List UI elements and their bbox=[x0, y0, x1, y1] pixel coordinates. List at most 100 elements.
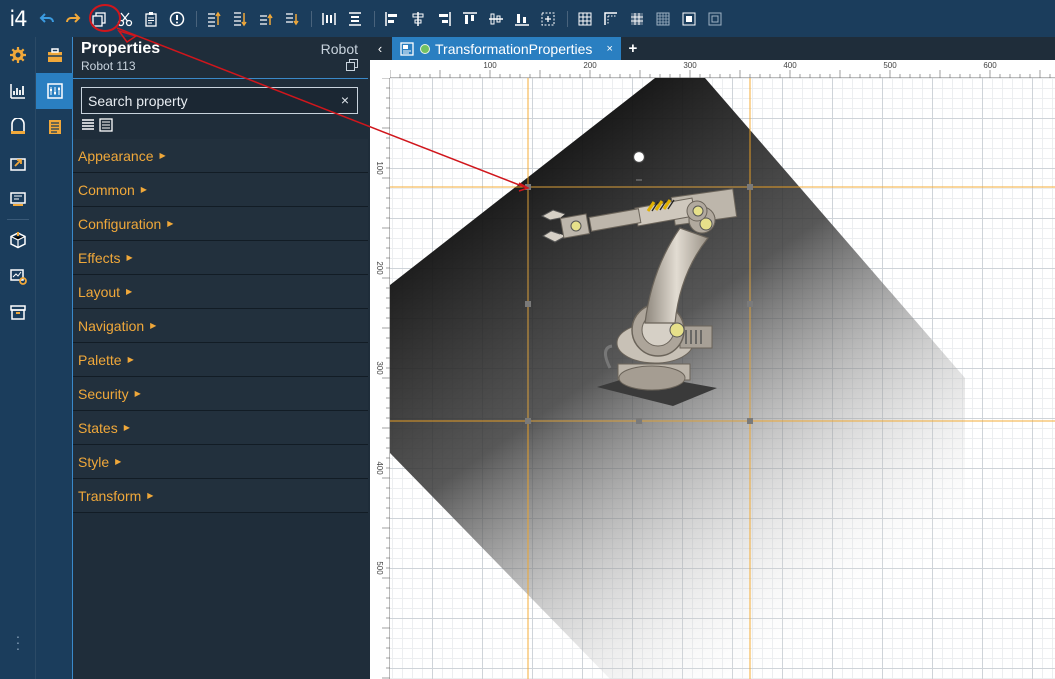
warning-icon[interactable] bbox=[166, 8, 188, 30]
close-tab-icon[interactable]: × bbox=[606, 43, 612, 55]
properties-title: Properties bbox=[81, 40, 161, 57]
more-dots-icon[interactable]: · · · bbox=[0, 629, 36, 655]
symbol-library-icon[interactable] bbox=[0, 109, 36, 145]
cut-icon[interactable] bbox=[114, 8, 136, 30]
snap-guides-icon[interactable] bbox=[600, 8, 622, 30]
category-states[interactable]: States ▶ bbox=[73, 411, 368, 445]
expand-arrow-icon: ▶ bbox=[126, 253, 133, 262]
panel-selector-rail bbox=[36, 37, 73, 679]
category-label: Navigation bbox=[78, 317, 145, 334]
align-center-icon[interactable] bbox=[407, 8, 429, 30]
expand-arrow-icon: ▶ bbox=[126, 287, 133, 296]
duplicate-icon[interactable] bbox=[88, 8, 110, 30]
ruler-edge bbox=[368, 60, 370, 679]
bring-forward-icon[interactable] bbox=[255, 8, 277, 30]
center-icon[interactable] bbox=[537, 8, 559, 30]
properties-panel: Properties Robot 113 Robot × Appearance ▶… bbox=[73, 37, 368, 679]
category-label: Appearance bbox=[78, 147, 154, 164]
toolbox-icon[interactable] bbox=[36, 37, 73, 73]
category-configuration[interactable]: Configuration ▶ bbox=[73, 207, 368, 241]
expand-arrow-icon: ▶ bbox=[150, 321, 157, 330]
main-toolbar: i4 bbox=[0, 0, 1055, 37]
copy-icon[interactable] bbox=[346, 59, 358, 71]
expand-arrow-icon: ▶ bbox=[140, 185, 147, 194]
list-view-icon[interactable] bbox=[81, 118, 95, 132]
ruler-label: 300 bbox=[683, 61, 697, 70]
paste-icon[interactable] bbox=[140, 8, 162, 30]
category-palette[interactable]: Palette ▶ bbox=[73, 343, 368, 377]
ruler-label: 100 bbox=[483, 61, 497, 70]
align-middle-icon[interactable] bbox=[485, 8, 507, 30]
align-right-icon[interactable] bbox=[433, 8, 455, 30]
design-canvas: 100 200 300 400 500 600 100 200 300 400 … bbox=[368, 60, 1055, 679]
ruler-label: 100 bbox=[375, 161, 384, 175]
display-icon[interactable] bbox=[0, 181, 36, 217]
expand-arrow-icon: ▶ bbox=[134, 389, 141, 398]
expand-arrow-icon: ▶ bbox=[159, 151, 166, 160]
search-property-input[interactable] bbox=[88, 92, 328, 109]
ruler-label: 400 bbox=[375, 461, 384, 475]
add-tab-icon[interactable]: + bbox=[621, 37, 645, 60]
category-appearance[interactable]: Appearance ▶ bbox=[73, 139, 368, 173]
ruler-corner bbox=[368, 60, 390, 78]
deploy-icon[interactable] bbox=[0, 258, 36, 294]
send-back-icon[interactable] bbox=[229, 8, 251, 30]
distribute-v-icon[interactable] bbox=[344, 8, 366, 30]
import-icon[interactable] bbox=[0, 145, 36, 181]
category-style[interactable]: Style ▶ bbox=[73, 445, 368, 479]
property-search: × bbox=[81, 87, 358, 114]
category-transform[interactable]: Transform ▶ bbox=[73, 479, 368, 513]
category-label: Style bbox=[78, 453, 110, 470]
selected-object-name: Robot 113 bbox=[81, 59, 136, 73]
ruler-horizontal[interactable]: 100 200 300 400 500 600 bbox=[390, 60, 1055, 78]
rail-divider bbox=[7, 219, 29, 220]
canvas-grid[interactable] bbox=[390, 78, 1055, 679]
align-top-icon[interactable] bbox=[459, 8, 481, 30]
clear-search-icon[interactable]: × bbox=[341, 92, 349, 108]
category-effects[interactable]: Effects ▶ bbox=[73, 241, 368, 275]
toolbar-divider bbox=[374, 10, 375, 27]
package-icon[interactable] bbox=[0, 222, 36, 258]
ruler-label: 200 bbox=[583, 61, 597, 70]
expand-arrow-icon: ▶ bbox=[115, 457, 122, 466]
editor-area: ‹ TransformationProperties × + 100 200 3… bbox=[368, 37, 1055, 679]
app-logo: i4 bbox=[9, 6, 27, 31]
ruler-label: 600 bbox=[983, 61, 997, 70]
rotate-handle bbox=[632, 150, 646, 164]
tab-transformation-properties[interactable]: TransformationProperties × bbox=[392, 37, 621, 60]
chart-icon[interactable] bbox=[0, 73, 36, 109]
category-common[interactable]: Common ▶ bbox=[73, 173, 368, 207]
grid-snap-icon[interactable] bbox=[626, 8, 648, 30]
document-icon[interactable] bbox=[36, 109, 73, 145]
categorized-view-icon[interactable] bbox=[99, 118, 113, 132]
grid-icon[interactable] bbox=[574, 8, 596, 30]
category-label: Transform bbox=[78, 487, 142, 504]
fit-icon[interactable] bbox=[704, 8, 726, 30]
distribute-h-icon[interactable] bbox=[318, 8, 340, 30]
bring-front-icon[interactable] bbox=[203, 8, 225, 30]
send-backward-icon[interactable] bbox=[281, 8, 303, 30]
archive-icon[interactable] bbox=[0, 294, 36, 330]
redo-icon[interactable] bbox=[62, 8, 84, 30]
category-label: Palette bbox=[78, 351, 122, 368]
tab-scroll-left-icon[interactable]: ‹ bbox=[368, 37, 392, 60]
expand-arrow-icon: ▶ bbox=[127, 355, 134, 364]
expand-arrow-icon: ▶ bbox=[123, 423, 130, 432]
left-nav-rail: · · · bbox=[0, 37, 36, 679]
ruler-label: 400 bbox=[783, 61, 797, 70]
grid-toggle-icon[interactable] bbox=[678, 8, 700, 30]
selected-object-type: Robot bbox=[320, 41, 358, 57]
properties-panel-icon[interactable] bbox=[36, 73, 73, 109]
category-layout[interactable]: Layout ▶ bbox=[73, 275, 368, 309]
category-security[interactable]: Security ▶ bbox=[73, 377, 368, 411]
align-bottom-icon[interactable] bbox=[511, 8, 533, 30]
category-navigation[interactable]: Navigation ▶ bbox=[73, 309, 368, 343]
align-left-icon[interactable] bbox=[381, 8, 403, 30]
category-label: Configuration bbox=[78, 215, 162, 232]
toolbar-divider bbox=[196, 10, 197, 27]
undo-icon[interactable] bbox=[36, 8, 58, 30]
ruler-vertical[interactable]: 100 200 300 400 500 bbox=[368, 78, 390, 679]
grid-fine-icon[interactable] bbox=[652, 8, 674, 30]
settings-icon[interactable] bbox=[0, 37, 36, 73]
category-label: Layout bbox=[78, 283, 121, 300]
